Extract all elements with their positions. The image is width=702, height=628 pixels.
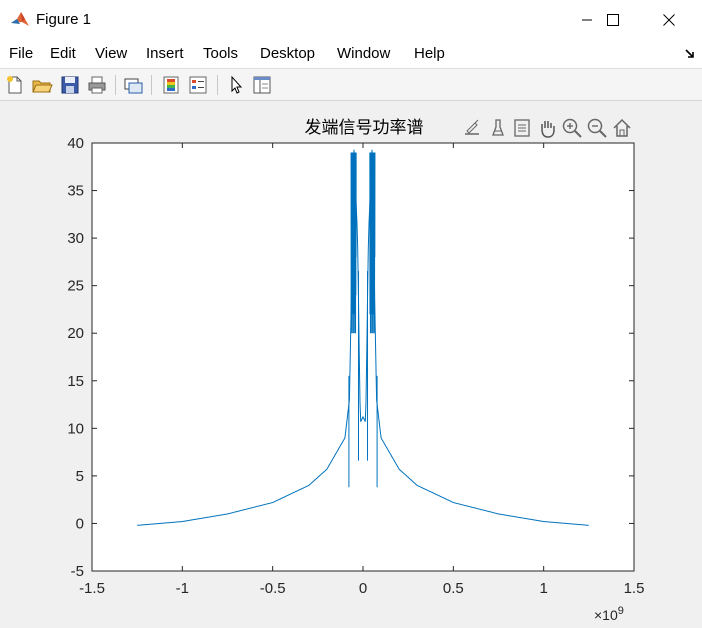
- x-tick-label: -0.5: [260, 580, 286, 597]
- y-tick-labels: -5 0 5 10 15 20 25 30 35 40: [67, 135, 84, 580]
- title-bar: Figure 1: [0, 0, 702, 41]
- toolbar-separator: [115, 75, 116, 95]
- y-tick-label: 20: [67, 325, 84, 342]
- toolbar-separator: [151, 75, 152, 95]
- oscillation-trace: [350, 152, 357, 334]
- dock-arrow-icon[interactable]: [684, 48, 696, 60]
- y-tick-label: 0: [76, 515, 84, 532]
- zoom-out-icon[interactable]: [586, 117, 608, 139]
- x-tick-label: 0: [359, 580, 367, 597]
- link-plot-icon[interactable]: [122, 74, 144, 96]
- open-file-icon[interactable]: [31, 74, 53, 96]
- home-icon[interactable]: [611, 117, 633, 139]
- axes-background: [91, 142, 635, 572]
- close-button[interactable]: [646, 0, 692, 40]
- y-tick-label: 5: [76, 468, 84, 485]
- y-tick-label: 10: [67, 420, 84, 437]
- legend-icon[interactable]: [187, 74, 209, 96]
- menu-help[interactable]: Help: [414, 45, 445, 62]
- print-icon[interactable]: [86, 74, 108, 96]
- x-exponent-base: ×10: [594, 607, 618, 623]
- x-tick-label: 0.5: [443, 580, 464, 597]
- menu-tools[interactable]: Tools: [203, 45, 238, 62]
- window-title: Figure 1: [36, 11, 92, 28]
- y-tick-label: 25: [67, 278, 84, 295]
- save-icon[interactable]: [59, 74, 81, 96]
- x-tick-labels: -1.5 -1 -0.5 0 0.5 1 1.5: [79, 580, 644, 597]
- x-tick-label: -1: [176, 580, 189, 597]
- toolbar-separator: [217, 75, 218, 95]
- oscillation-trace: [369, 152, 376, 334]
- data-tips-icon[interactable]: [511, 117, 533, 139]
- y-tick-label: 15: [67, 373, 84, 390]
- y-tick-label: 30: [67, 230, 84, 247]
- x-exponent-power: 9: [618, 605, 624, 617]
- y-tick-label: 35: [67, 183, 84, 200]
- menu-file[interactable]: File: [9, 45, 33, 62]
- maximize-button[interactable]: [590, 0, 636, 40]
- figure-toolbar: [0, 69, 702, 101]
- x-axis-exponent: ×109: [594, 605, 624, 623]
- menu-view[interactable]: View: [95, 45, 127, 62]
- chart-title: 发端信号功率谱: [305, 118, 424, 138]
- x-tick-label: 1.5: [624, 580, 645, 597]
- colorbar-icon[interactable]: [160, 74, 182, 96]
- new-figure-icon[interactable]: [4, 74, 26, 96]
- menu-bar: File Edit View Insert Tools Desktop Wind…: [0, 40, 702, 69]
- maximize-icon: [607, 14, 619, 26]
- brush-icon[interactable]: [487, 117, 509, 139]
- zoom-in-icon[interactable]: [561, 117, 583, 139]
- close-icon: [663, 14, 675, 26]
- x-tick-label: -1.5: [79, 580, 105, 597]
- export-icon[interactable]: [461, 117, 483, 139]
- y-tick-label: -5: [71, 563, 84, 580]
- matlab-icon: [11, 12, 29, 26]
- property-inspector-icon[interactable]: [251, 74, 273, 96]
- menu-window[interactable]: Window: [337, 45, 390, 62]
- pan-icon[interactable]: [536, 117, 558, 139]
- y-tick-label: 40: [67, 135, 84, 152]
- menu-insert[interactable]: Insert: [146, 45, 184, 62]
- menu-edit[interactable]: Edit: [50, 45, 76, 62]
- edit-plot-icon[interactable]: [225, 74, 247, 96]
- x-tick-label: 1: [539, 580, 547, 597]
- power-spectrum-chart[interactable]: -1.5 -1 -0.5 0 0.5 1 1.5 -5 0 5 10 15 20 25 30 35 40 发端…: [0, 101, 702, 628]
- menu-desktop[interactable]: Desktop: [260, 45, 315, 62]
